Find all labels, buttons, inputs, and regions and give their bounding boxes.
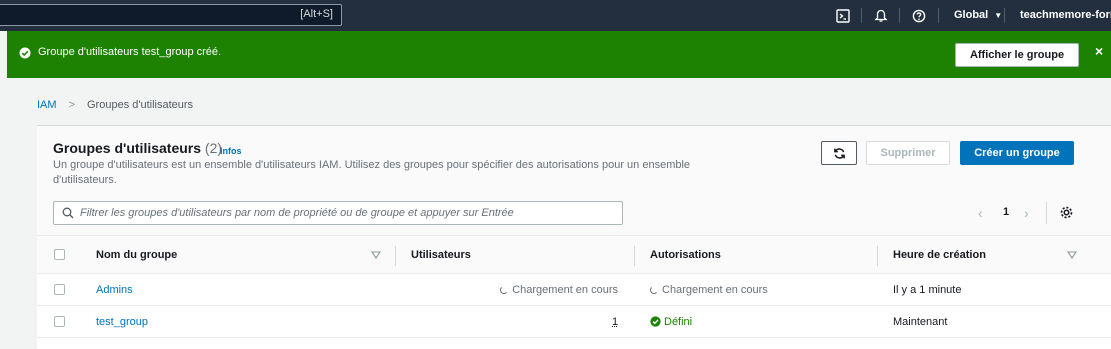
table-row[interactable]: Admins Chargement en cours Chargement en…	[37, 274, 1111, 306]
help-icon[interactable]	[910, 7, 928, 25]
loading-spinner-icon	[500, 286, 509, 294]
column-header-creation-time[interactable]: Heure de création	[893, 249, 986, 261]
search-input[interactable]: [Alt+S]	[0, 4, 342, 26]
sort-icon[interactable]	[371, 251, 381, 259]
view-group-button[interactable]: Afficher le groupe	[955, 43, 1079, 67]
next-page-icon[interactable]: ›	[1024, 205, 1029, 221]
description: Un groupe d'utilisateurs est un ensemble…	[53, 159, 691, 186]
column-header-permissions[interactable]: Autorisations	[650, 249, 721, 261]
nav-divider	[938, 8, 939, 23]
column-divider[interactable]	[877, 246, 878, 266]
filter-input[interactable]	[80, 205, 615, 221]
info-link[interactable]: Infos	[220, 146, 242, 156]
sort-icon[interactable]	[1067, 251, 1077, 259]
row-checkbox[interactable]	[54, 284, 65, 295]
permissions-cell: Défini	[650, 316, 692, 328]
close-icon[interactable]: ×	[1095, 43, 1103, 59]
flash-message: Groupe d'utilisateurs test_group créé.	[38, 46, 222, 58]
nav-divider	[1004, 8, 1005, 23]
user-groups-table-container: Groupes d'utilisateurs (2) Infos Un grou…	[37, 126, 1111, 349]
delete-button[interactable]: Supprimer	[866, 141, 950, 165]
nav-divider	[861, 8, 862, 23]
column-header-group-name[interactable]: Nom du groupe	[96, 249, 177, 261]
users-loading-text: Chargement en cours	[512, 284, 618, 296]
nav-divider	[899, 8, 900, 23]
breadcrumb-current: Groupes d'utilisateurs	[87, 99, 194, 111]
status-success-icon	[650, 316, 661, 327]
region-label: Global	[954, 9, 989, 21]
creation-time-cell: Il y a 1 minute	[893, 284, 962, 296]
breadcrumb-iam-link[interactable]: IAM	[37, 99, 57, 111]
bell-icon[interactable]	[872, 7, 890, 25]
users-count[interactable]: 1	[612, 316, 618, 328]
region-selector[interactable]: Global ▼	[954, 9, 1002, 21]
table-header-row: Nom du groupe Utilisateurs Autorisations…	[37, 236, 1111, 274]
permissions-status-text: Défini	[664, 316, 693, 328]
search-shortcut-hint: [Alt+S]	[300, 8, 333, 20]
permissions-loading-text: Chargement en cours	[662, 284, 768, 296]
top-navigation: [Alt+S] Global ▼ teachmemore-forma	[0, 0, 1111, 31]
select-all-checkbox[interactable]	[54, 249, 65, 260]
success-flashbar: Groupe d'utilisateurs test_group créé. A…	[7, 31, 1111, 78]
previous-page-icon[interactable]: ‹	[978, 205, 983, 221]
page-title: Groupes d'utilisateurs (2)	[53, 140, 222, 156]
refresh-button[interactable]	[821, 141, 857, 165]
gear-icon[interactable]	[1059, 205, 1074, 220]
create-group-button[interactable]: Créer un groupe	[960, 141, 1074, 165]
account-menu[interactable]: teachmemore-forma	[1020, 9, 1111, 21]
column-divider[interactable]	[395, 246, 396, 266]
current-page-number[interactable]: 1	[1003, 206, 1009, 218]
success-check-icon	[19, 47, 31, 59]
group-name-link[interactable]: Admins	[96, 284, 133, 296]
users-cell: Chargement en cours	[500, 284, 618, 296]
title-text: Groupes d'utilisateurs	[53, 140, 202, 156]
permissions-cell: Chargement en cours	[650, 284, 768, 296]
refresh-icon	[833, 147, 845, 159]
loading-spinner-icon	[650, 286, 658, 294]
table-row[interactable]: test_group 1 Défini Maintenant	[37, 306, 1111, 338]
divider	[1046, 202, 1047, 224]
creation-time-cell: Maintenant	[893, 316, 948, 328]
chevron-right-icon: >	[68, 99, 75, 111]
dropdown-caret-icon: ▼	[994, 11, 1003, 20]
filter-field[interactable]	[53, 201, 623, 225]
cloudshell-icon[interactable]	[834, 7, 852, 25]
column-header-users[interactable]: Utilisateurs	[411, 249, 471, 261]
table-header-section: Groupes d'utilisateurs (2) Infos Un grou…	[37, 126, 1111, 236]
group-name-link[interactable]: test_group	[96, 316, 148, 328]
column-divider[interactable]	[634, 246, 635, 266]
search-icon	[62, 207, 74, 219]
breadcrumb: IAM > Groupes d'utilisateurs	[37, 99, 193, 111]
row-checkbox[interactable]	[54, 316, 65, 327]
